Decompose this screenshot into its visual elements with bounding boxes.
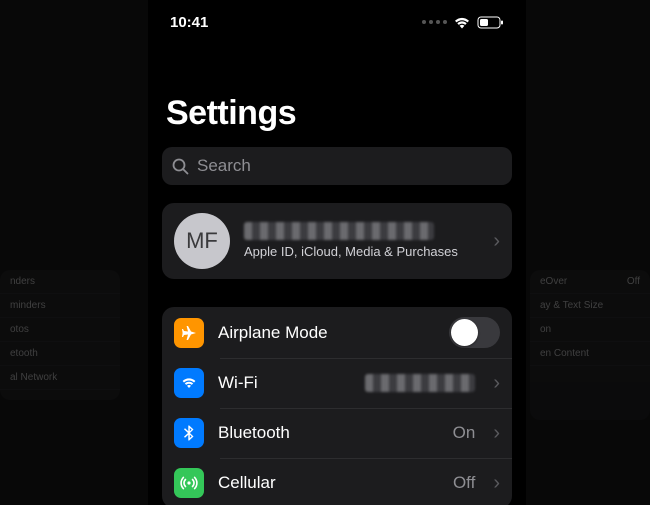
wifi-icon [174, 368, 204, 398]
cellular-dots-icon [422, 20, 447, 24]
chevron-right-icon: › [493, 230, 500, 253]
search-icon [172, 158, 189, 175]
cellular-icon [174, 468, 204, 498]
airplane-icon [174, 318, 204, 348]
phone-frame: 10:41 Settings MF [148, 0, 526, 505]
row-label: Airplane Mode [218, 323, 328, 343]
row-airplane-mode[interactable]: Airplane Mode [162, 307, 512, 358]
settings-list: Airplane Mode Wi-Fi › Bluetooth [162, 307, 512, 505]
row-value: On [453, 423, 476, 443]
status-time: 10:41 [170, 14, 208, 31]
row-wifi[interactable]: Wi-Fi › [162, 358, 512, 408]
wifi-status-icon [453, 16, 471, 29]
row-cellular[interactable]: Cellular Off › [162, 458, 512, 505]
row-label: Cellular [218, 473, 276, 493]
row-bluetooth[interactable]: Bluetooth On › [162, 408, 512, 458]
battery-status-icon [477, 16, 504, 29]
apple-id-card[interactable]: MF Apple ID, iCloud, Media & Purchases › [162, 203, 512, 279]
chevron-right-icon: › [493, 372, 500, 395]
chevron-right-icon: › [493, 472, 500, 495]
status-bar: 10:41 [162, 0, 512, 44]
row-label: Bluetooth [218, 423, 290, 443]
wifi-value-redacted [365, 374, 475, 392]
avatar: MF [174, 213, 230, 269]
profile-subtitle: Apple ID, iCloud, Media & Purchases [244, 244, 475, 260]
row-label: Wi-Fi [218, 373, 258, 393]
chevron-right-icon: › [493, 422, 500, 445]
bluetooth-icon [174, 418, 204, 448]
profile-name-redacted [244, 222, 434, 240]
page-title: Settings [166, 94, 512, 133]
search-field[interactable] [162, 147, 512, 185]
search-input[interactable] [197, 156, 502, 176]
row-value: Off [453, 473, 475, 493]
airplane-toggle[interactable] [449, 317, 500, 348]
